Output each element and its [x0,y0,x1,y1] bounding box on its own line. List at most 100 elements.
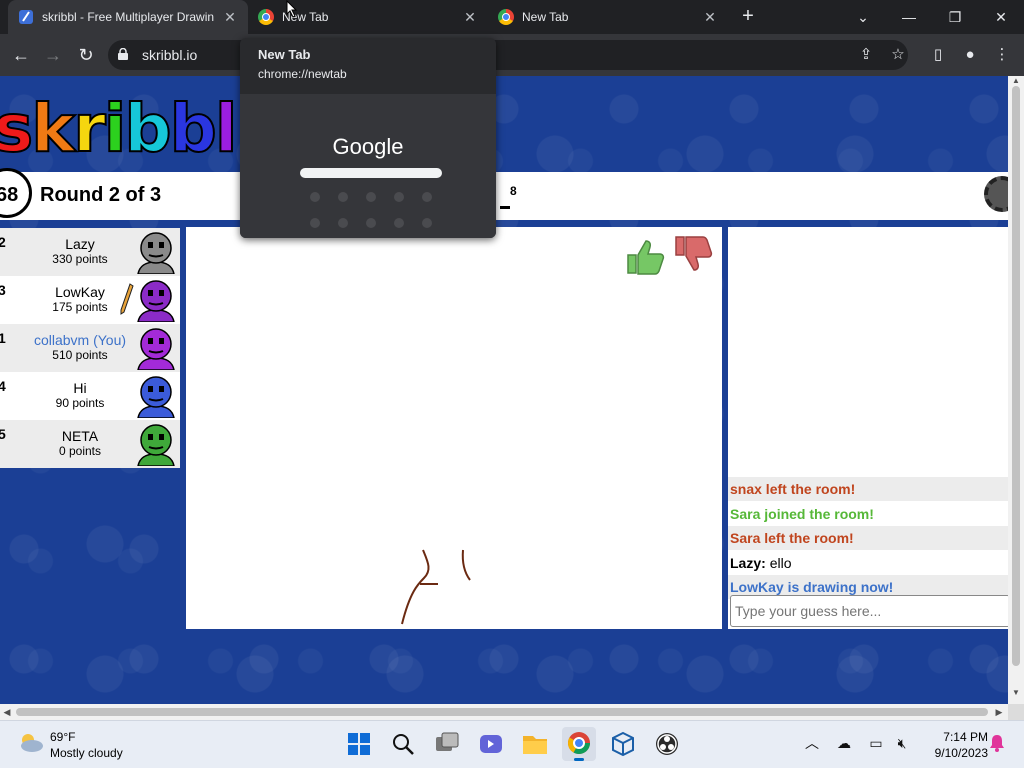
search-button[interactable] [386,727,420,761]
scrollbar-corner [1008,704,1024,720]
scroll-up-icon[interactable]: ▲ [1008,76,1024,86]
shortcut-dot [366,218,376,228]
tab-title: skribbl - Free Multiplayer Drawin [42,10,215,24]
menu-icon[interactable]: ⋮ [990,43,1014,67]
file-explorer-button[interactable] [518,727,552,761]
clock-date[interactable]: 9/10/2023 [920,746,988,760]
google-logo: Google [332,134,404,159]
bookmark-star-icon[interactable]: ☆ [886,43,910,67]
close-tab-icon[interactable]: ✕ [702,9,718,25]
active-indicator [574,758,584,761]
timer-value: 68 [0,184,19,206]
shortcut-dot [394,218,404,228]
cube-icon [612,731,634,757]
close-tab-icon[interactable]: ✕ [222,9,238,25]
show-hidden-icons-chevron-icon[interactable]: ︿ [802,733,822,753]
player-list: 2 Lazy 330 points 3 LowKay 175 points 1 collabv… [0,228,180,468]
shortcut-dot [310,218,320,228]
obs-icon [656,733,678,755]
chat-message: Lazy: ello [728,551,1008,575]
drawing-canvas[interactable] [186,227,722,629]
browser-toolbar: ← → ↻ skribbl.io ⇪ ☆ ▯ ● ⋮ [0,34,1024,76]
drawing-strokes [401,549,471,625]
shortcut-dot [366,192,376,202]
virtualbox-button[interactable] [606,727,640,761]
settings-gear-icon[interactable] [984,176,1008,212]
scroll-down-icon[interactable]: ▼ [1008,688,1024,698]
minimize-button[interactable]: — [886,2,932,32]
logo-letter: b [123,90,172,167]
close-tab-icon[interactable]: ✕ [462,9,478,25]
address-bar[interactable]: skribbl.io [108,40,908,70]
share-icon[interactable]: ⇪ [854,43,878,67]
player-row[interactable]: 1 collabvm (You) 510 points [0,324,180,372]
scroll-thumb[interactable] [1012,86,1020,666]
player-row[interactable]: 3 LowKay 175 points [0,276,180,324]
start-button[interactable] [342,727,376,761]
new-tab-preview: Google [240,94,496,238]
volume-muted-icon[interactable]: 🔇︎ [892,733,912,753]
shortcut-dot [338,218,348,228]
back-icon[interactable]: ← [8,42,34,68]
weather-temperature: 69°F [50,730,76,744]
scroll-right-icon[interactable]: ▶ [992,704,1006,720]
obs-button[interactable] [650,727,684,761]
scroll-left-icon[interactable]: ◀ [0,704,14,720]
teams-button[interactable] [474,727,508,761]
vertical-scrollbar[interactable]: ▲ ▼ [1008,76,1024,704]
video-chat-icon [480,735,502,753]
chat-message: Sara left the room! [728,526,1008,550]
shortcut-dot [338,192,348,202]
restore-button[interactable]: ❐ [932,2,978,32]
notification-bell-icon[interactable] [988,733,1006,753]
clock-time[interactable]: 7:14 PM [926,730,988,744]
preview-search-box [300,168,442,178]
thumbs-up-icon[interactable] [624,233,668,277]
tab-hover-card: New Tab chrome://newtab Google [240,38,496,238]
scroll-thumb[interactable] [16,708,988,716]
logo-letter: k [30,90,76,167]
network-icon[interactable]: ▭ [866,733,886,753]
side-panel-icon[interactable]: ▯ [926,43,950,67]
guess-input[interactable] [730,595,1008,627]
word-blank [500,206,510,209]
chat-author: Lazy: [730,554,766,571]
player-row[interactable]: 5 NETA 0 points [0,420,180,468]
player-row[interactable]: 4 Hi 90 points [0,372,180,420]
horizontal-scrollbar[interactable]: ◀ ▶ [0,704,1008,720]
player-avatar [137,328,175,370]
player-row[interactable]: 2 Lazy 330 points [0,228,180,276]
windows-logo-icon [348,733,370,755]
chat-panel: snax left the room! Sara joined the room!… [728,227,1008,629]
task-view-button[interactable] [430,727,464,761]
search-icon [393,734,414,755]
chrome-icon [498,9,514,25]
forward-icon[interactable]: → [40,42,66,68]
shortcut-dot [422,218,432,228]
new-tab-button[interactable]: + [736,5,760,29]
profile-icon[interactable]: ● [958,43,982,67]
pencil-icon [120,283,134,315]
skribbl-favicon-icon [19,10,33,24]
word-length: 8 [510,184,517,198]
mouse-cursor-icon [286,0,298,18]
tab-search-button[interactable]: ⌄ [840,2,886,32]
logo-letter: l [214,90,239,167]
tab-skribbl[interactable]: skribbl - Free Multiplayer Drawin ✕ [8,0,248,34]
chat-text: Sara left the room! [730,530,854,546]
hover-card-url: chrome://newtab [258,67,347,81]
onedrive-icon[interactable]: ☁ [834,733,854,753]
chrome-taskbar-button[interactable] [562,727,596,761]
tab-new-tab-2[interactable]: New Tab ✕ [490,0,726,34]
shortcut-dot [310,192,320,202]
player-avatar [137,232,175,274]
chrome-icon [568,732,590,754]
close-window-button[interactable]: ✕ [978,2,1024,32]
folder-icon [523,736,547,754]
cloudy-weather-icon[interactable] [16,730,44,754]
thumbs-down-icon[interactable] [672,233,716,277]
chrome-icon [258,9,274,25]
reload-icon[interactable]: ↻ [73,42,99,68]
player-avatar [137,280,175,322]
chat-text: snax left the room! [730,481,856,497]
